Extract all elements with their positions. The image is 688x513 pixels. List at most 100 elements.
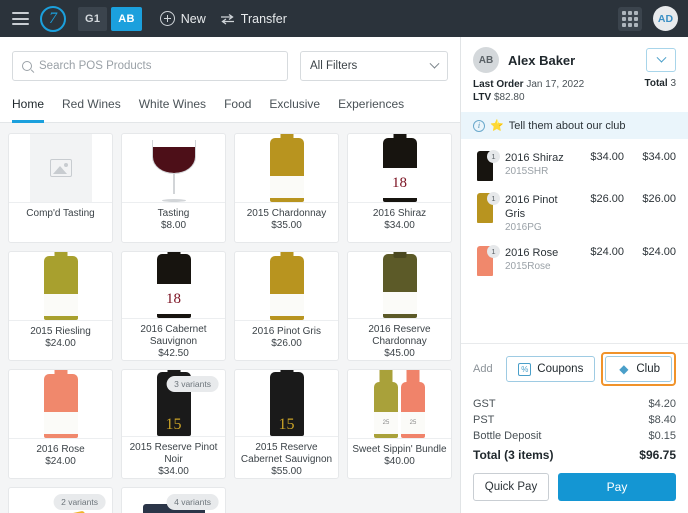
- product-price: $34.00: [384, 220, 415, 231]
- bottle-image: [43, 370, 78, 438]
- all-filters-dropdown[interactable]: All Filters: [300, 51, 448, 81]
- star-icon: ⭐: [490, 120, 504, 132]
- grand-total-label: Total (3 items): [473, 448, 554, 462]
- product-image: [235, 252, 338, 320]
- club-prompt-text: Tell them about our club: [508, 119, 626, 132]
- customer-meta: Last Order Jan 17, 2022 LTV $82.80 Total…: [473, 78, 676, 104]
- search-box[interactable]: [12, 51, 288, 81]
- product-card[interactable]: 25 25 Sweet Sippin' Bundle $40.00: [347, 369, 452, 479]
- variants-badge: 3 variants: [166, 376, 219, 392]
- cart-item-thumbnail: 1: [473, 192, 500, 223]
- totals-list: GST $4.20 PST $8.40 Bottle Deposit $0.15 Total…: [461, 394, 688, 463]
- bundle-image: 25 25: [374, 370, 425, 438]
- transfer-button[interactable]: Transfer: [220, 12, 287, 26]
- product-card[interactable]: 2016 Rose $24.00: [8, 369, 113, 479]
- tab-white-wines[interactable]: White Wines: [139, 91, 206, 123]
- diamond-icon: ◆: [619, 362, 629, 376]
- product-card[interactable]: 15 2015 Reserve Cabernet Sauvignon $55.00: [234, 369, 339, 479]
- cart-item-info: 2016 Pinot Gris 2016PG: [505, 193, 572, 234]
- cart-item-price: $34.00: [590, 151, 624, 163]
- last-order-date: Jan 17, 2022: [526, 79, 585, 90]
- product-grid-scroll[interactable]: Comp'd Tasting Tasting $8.00 2015 Chardonna…: [0, 123, 460, 513]
- hamburger-icon[interactable]: [12, 12, 29, 25]
- product-card[interactable]: 4 variantsift Car: [121, 487, 226, 513]
- product-meta: 2015 Chardonnay $35.00: [235, 202, 338, 242]
- product-price: $8.00: [160, 220, 187, 231]
- grand-total-row: Total (3 items) $96.75: [473, 447, 676, 463]
- tab-food[interactable]: Food: [224, 91, 251, 123]
- search-row: All Filters: [0, 37, 460, 91]
- product-name: 2016 Reserve Chardonnay: [368, 324, 431, 347]
- tab-exclusive[interactable]: Exclusive: [269, 91, 320, 123]
- product-name: Sweet Sippin' Bundle: [352, 444, 447, 455]
- session-tab-g1[interactable]: G1: [78, 6, 108, 31]
- product-card[interactable]: 2015 Riesling $24.00: [8, 251, 113, 361]
- pos-app: 7 G1 AB New Transfer AD Search POS Produ…: [0, 0, 688, 513]
- quick-pay-button[interactable]: Quick Pay: [473, 473, 549, 501]
- chevron-down-icon: [656, 52, 666, 63]
- product-meta: 2016 Cabernet Sauvignon $42.50: [122, 318, 225, 360]
- last-order-label: Last Order: [473, 79, 524, 90]
- new-order-button[interactable]: New: [159, 11, 206, 26]
- order-total-value: 3: [670, 78, 676, 89]
- total-row-label: PST: [473, 414, 495, 426]
- cart-item-price: $26.00: [590, 193, 624, 205]
- product-card[interactable]: Comp'd Tasting: [8, 133, 113, 243]
- product-name: 2015 Riesling: [30, 326, 91, 337]
- product-card[interactable]: 2016 Pinot Gris $26.00: [234, 251, 339, 361]
- variants-badge: 2 variants: [53, 494, 106, 510]
- bottle-image: [43, 252, 78, 320]
- product-name: 2015 Reserve Pinot Noir: [129, 442, 218, 465]
- add-row: Add % Coupons ◆ Club: [461, 343, 688, 394]
- pay-button[interactable]: Pay: [558, 473, 676, 501]
- product-price: $55.00: [271, 466, 302, 477]
- product-card[interactable]: 18 2016 Shiraz $34.00: [347, 133, 452, 243]
- product-card[interactable]: 2 variantsADMIT ONE: [8, 487, 113, 513]
- tab-experiences[interactable]: Experiences: [338, 91, 404, 123]
- product-price: $24.00: [45, 456, 76, 467]
- cart-item-sku: 2015Rose: [505, 261, 551, 272]
- product-meta: 2016 Rose $24.00: [9, 438, 112, 478]
- product-meta: 2016 Reserve Chardonnay $45.00: [348, 318, 451, 360]
- search-icon: [22, 61, 32, 71]
- user-avatar[interactable]: AD: [653, 6, 678, 31]
- cart-items-list: 1 2016 Shiraz 2015SHR $34.00 $34.00 1 2016 Pin…: [461, 139, 688, 343]
- cart-item-quantity: 1: [487, 192, 500, 205]
- product-card[interactable]: 3 variants 15 2015 Reserve Pinot Noir $34.0…: [121, 369, 226, 479]
- cart-line-item[interactable]: 1 2016 Rose 2015Rose $24.00 $24.00: [473, 240, 676, 282]
- club-button[interactable]: ◆ Club: [605, 356, 672, 382]
- product-card[interactable]: 2015 Chardonnay $35.00: [234, 133, 339, 243]
- info-icon: i: [473, 119, 485, 132]
- product-image: [9, 370, 112, 438]
- search-input[interactable]: [39, 60, 278, 72]
- cart-line-item[interactable]: 1 2016 Shiraz 2015SHR $34.00 $34.00: [473, 145, 676, 187]
- all-filters-label: All Filters: [310, 60, 358, 72]
- product-card[interactable]: Tasting $8.00: [121, 133, 226, 243]
- session-tab-ab[interactable]: AB: [111, 6, 142, 31]
- customer-summary: AB Alex Baker Last Order Jan 17, 2022 LT…: [461, 37, 688, 112]
- product-card[interactable]: 2016 Reserve Chardonnay $45.00: [347, 251, 452, 361]
- product-name: 2015 Reserve Cabernet Sauvignon: [240, 442, 333, 465]
- product-name: 2016 Pinot Gris: [252, 326, 321, 337]
- cart-line-item[interactable]: 1 2016 Pinot Gris 2016PG $26.00 $26.00: [473, 187, 676, 240]
- grid-apps-icon[interactable]: [618, 6, 642, 31]
- product-image: [348, 252, 451, 318]
- image-placeholder-icon: [29, 134, 92, 202]
- total-row: GST $4.20: [473, 396, 676, 412]
- product-image: 15: [235, 370, 338, 436]
- product-price: $34.00: [158, 466, 189, 477]
- product-price: $35.00: [271, 220, 302, 231]
- cart-item-thumbnail: 1: [473, 150, 500, 181]
- tab-red-wines[interactable]: Red Wines: [62, 91, 121, 123]
- cart-item-info: 2016 Rose 2015Rose: [505, 246, 572, 273]
- coupons-button[interactable]: % Coupons: [506, 356, 596, 382]
- cart-item-thumbnail: 1: [473, 245, 500, 276]
- product-card[interactable]: 18 2016 Cabernet Sauvignon $42.50: [121, 251, 226, 361]
- brand-logo-icon[interactable]: 7: [40, 5, 66, 32]
- customer-name: Alex Baker: [508, 52, 576, 68]
- tab-home[interactable]: Home: [12, 91, 45, 123]
- customer-expand-button[interactable]: [646, 48, 676, 72]
- cart-item-price: $24.00: [590, 246, 624, 258]
- product-price: $45.00: [384, 348, 415, 359]
- session-tab-ab-label: AB: [118, 12, 135, 25]
